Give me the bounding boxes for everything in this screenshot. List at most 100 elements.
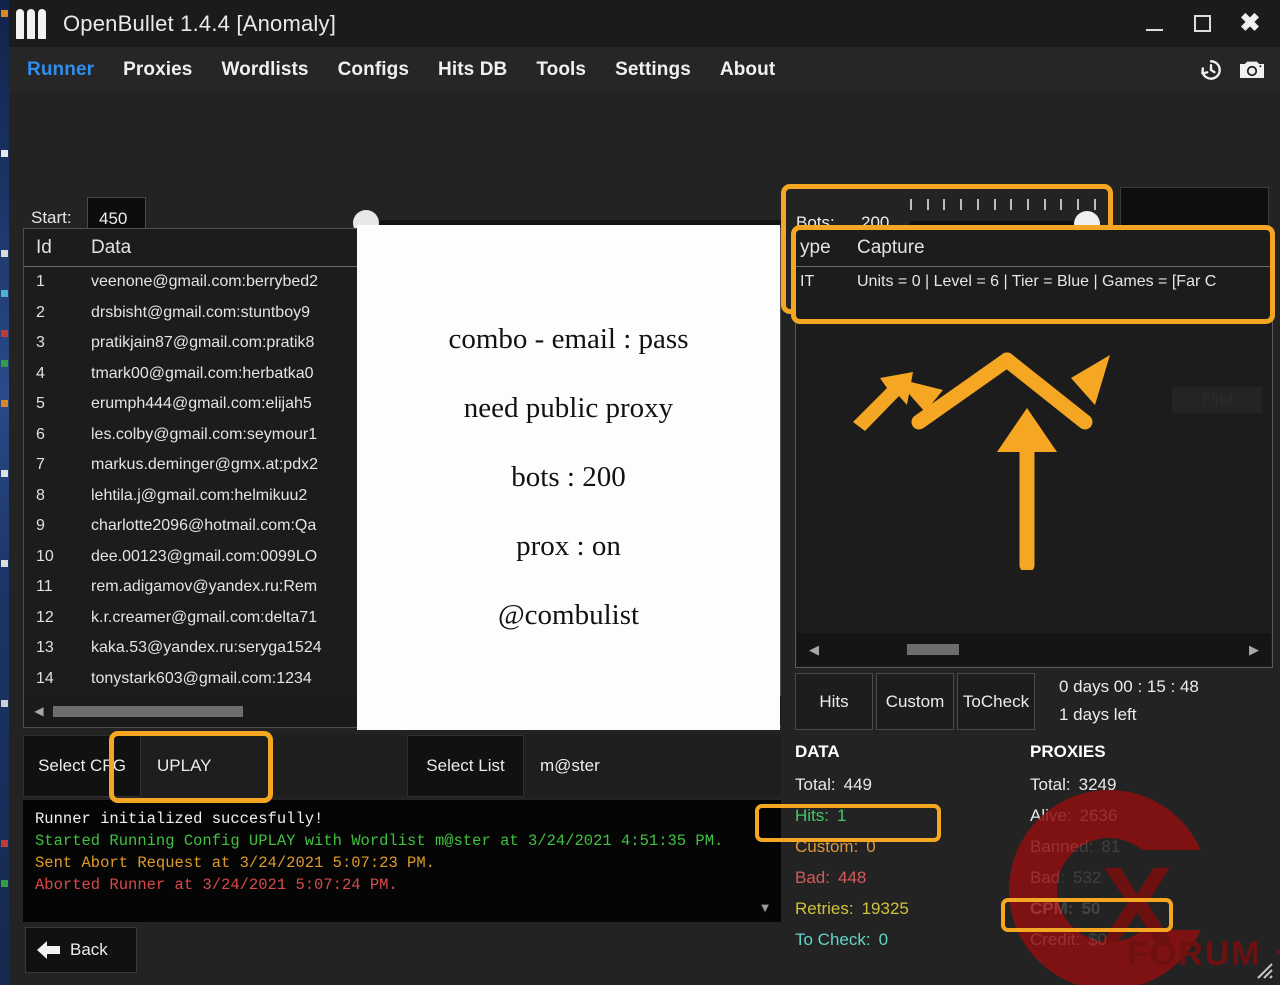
stat-key: Retries: (795, 898, 854, 918)
stat-key: Credit: (1030, 929, 1081, 949)
minimize-icon (1145, 28, 1163, 31)
stat-key: Banned: (1030, 836, 1094, 856)
hits-scroll-left-icon[interactable]: ◀ (797, 642, 831, 658)
proxy-stat-total: Total: 3249 (1030, 769, 1120, 800)
stat-value: 0 (878, 929, 889, 949)
stat-key: To Check: (795, 929, 871, 949)
hits-hscrollbar[interactable]: ◀ ▶ (797, 633, 1271, 666)
nav-item-proxies[interactable]: Proxies (123, 59, 192, 81)
proxy-stat-bad: Bad: 532 (1030, 862, 1120, 893)
overlay-line-prox: prox : on (516, 530, 621, 562)
stat-value: 449 (843, 774, 873, 794)
overlay-line-combo: combo - email : pass (448, 323, 689, 355)
nav-item-runner[interactable]: Runner (27, 59, 94, 81)
stat-key: Total: (795, 774, 836, 794)
bots-slider-track (910, 221, 1088, 227)
tab-hits[interactable]: Hits (795, 673, 873, 730)
log-line: Sent Abort Request at 3/24/2021 5:07:23 … (35, 854, 435, 872)
proxy-stat-banned: Banned: 81 (1030, 831, 1120, 862)
history-clock-icon[interactable] (1198, 57, 1224, 83)
nav-item-hits-db[interactable]: Hits DB (438, 59, 507, 81)
nav-item-settings[interactable]: Settings (615, 59, 691, 81)
proxy-stat-cpm: CPM: 50 (1030, 893, 1120, 924)
tab-tocheck[interactable]: ToCheck (957, 673, 1035, 730)
log-line: Started Running Config UPLAY with Wordli… (35, 832, 724, 850)
overlay-line-handle: @combulist (497, 599, 640, 631)
overlay-line-proxy: need public proxy (463, 392, 674, 424)
row-id: 13 (36, 639, 54, 657)
nav-item-wordlists[interactable]: Wordlists (221, 59, 308, 81)
hits-scroll-thumb[interactable] (907, 644, 959, 655)
log-line: Runner initialized succesfully! (35, 810, 324, 828)
close-button[interactable]: ✖ (1228, 4, 1272, 44)
info-overlay: combo - email : pass need public proxy b… (357, 225, 780, 730)
row-id: 1 (36, 273, 45, 291)
data-stats-column: DATA Total: 449 Hits: 1 Custom: 0 Bad: 448 R… (795, 742, 909, 955)
row-id: 9 (36, 517, 45, 535)
hits-row[interactable]: IT Units = 0 | Level = 6 | Tier = Blue |… (796, 267, 1272, 297)
nav-item-tools[interactable]: Tools (536, 59, 586, 81)
overlay-line-bots: bots : 200 (511, 461, 626, 493)
hits-panel: ype Capture IT Units = 0 | Level = 6 | T… (795, 228, 1273, 668)
hits-header: ype Capture (796, 229, 1272, 267)
back-button[interactable]: Back (25, 927, 137, 973)
stat-value: 448 (837, 867, 867, 887)
resize-grip-icon[interactable] (1252, 958, 1274, 980)
runner-controls: Start: 450 Prog: 449 / 141165 (0%) Bots:… (9, 92, 1280, 314)
proxy-stat-alive: Alive: 2636 (1030, 800, 1120, 831)
row-id: 14 (36, 669, 54, 687)
stat-key: Hits: (795, 805, 829, 825)
selected-config-value: UPLAY (157, 756, 212, 775)
scroll-left-icon[interactable]: ◀ (25, 704, 53, 718)
stat-value: 2636 (1079, 805, 1118, 825)
console-scroll-down-icon[interactable]: ▼ (751, 900, 779, 922)
main-navigation: Runner Proxies Wordlists Configs Hits DB… (9, 47, 1280, 92)
desktop-taskbar-strip (0, 0, 9, 985)
stat-retries: Retries: 19325 (795, 893, 909, 924)
stat-value: 50 (1081, 898, 1101, 918)
results-tabs: Hits Custom ToCheck (795, 673, 1038, 730)
minimize-button[interactable] (1132, 4, 1176, 44)
nav-item-configs[interactable]: Configs (338, 59, 409, 81)
select-cfg-button[interactable]: Select CFG (23, 735, 141, 797)
stat-key: Bad: (795, 867, 830, 887)
selection-row: Select CFG UPLAY Select List m@ster (23, 735, 781, 797)
hits-column-type: ype (800, 236, 831, 258)
stat-value: $0 (1088, 929, 1107, 949)
log-line: Aborted Runner at 3/24/2021 5:07:24 PM. (35, 876, 398, 894)
back-button-label: Back (70, 940, 108, 959)
statistics-panel: DATA Total: 449 Hits: 1 Custom: 0 Bad: 448 R… (795, 742, 1273, 982)
row-id: 8 (36, 486, 45, 504)
stat-value: 532 (1072, 867, 1102, 887)
hit-type: IT (800, 273, 815, 290)
close-icon: ✖ (1239, 9, 1261, 37)
proxies-stats-title: PROXIES (1030, 742, 1106, 761)
row-id: 6 (36, 425, 45, 443)
elapsed-time: 0 days 00 : 15 : 48 (1059, 677, 1199, 696)
stat-total: Total: 449 (795, 769, 909, 800)
row-id: 2 (36, 303, 45, 321)
stat-hits: Hits: 1 (795, 800, 909, 831)
find-button-ghost[interactable]: Find (1172, 387, 1262, 413)
start-label: Start: (31, 208, 72, 227)
select-list-button[interactable]: Select List (407, 735, 524, 797)
maximize-button[interactable] (1180, 4, 1224, 44)
stat-key: Total: (1030, 774, 1071, 794)
row-id: 10 (36, 547, 54, 565)
stat-value: 3249 (1078, 774, 1117, 794)
stat-to-check: To Check: 0 (795, 924, 909, 955)
stat-key: Custom: (795, 836, 859, 856)
remaining-days: 1 days left (1059, 705, 1137, 724)
nav-item-about[interactable]: About (720, 59, 775, 81)
app-title: OpenBullet 1.4.4 [Anomaly] (63, 10, 337, 36)
tab-custom[interactable]: Custom (876, 673, 954, 730)
stat-bad: Bad: 448 (795, 862, 909, 893)
row-id: 7 (36, 456, 45, 474)
hits-scroll-right-icon[interactable]: ▶ (1237, 642, 1271, 658)
app-logo-icon (16, 8, 46, 39)
scroll-thumb[interactable] (53, 705, 243, 717)
stat-key: Bad: (1030, 867, 1065, 887)
camera-icon[interactable] (1238, 58, 1266, 82)
row-id: 4 (36, 364, 45, 382)
nav-icon-group (1198, 57, 1266, 83)
